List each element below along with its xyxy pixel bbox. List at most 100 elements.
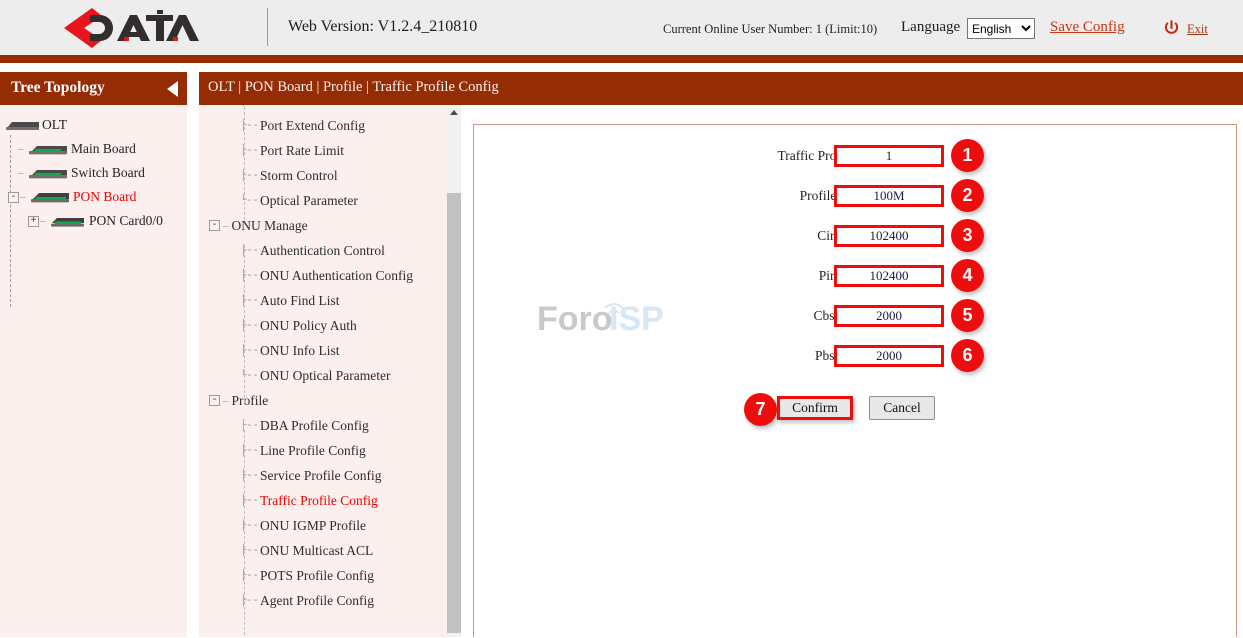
menu-branch-icon: ├-- <box>240 105 260 107</box>
save-config-link[interactable]: Save Config <box>1050 19 1125 36</box>
tree-topology-body: OLT – Main Board – Switch Board <box>0 105 187 637</box>
exit-link[interactable]: Exit <box>1187 22 1208 37</box>
navigation-menu-list: ├-- ├-- Port Extend Config ├-- Port Rate… <box>199 105 448 613</box>
menu-item-onu-info-list[interactable]: ├-- ONU Info List <box>199 338 448 363</box>
menu-item-port-rate-limit[interactable]: ├-- Port Rate Limit <box>199 138 448 163</box>
cancel-button[interactable]: Cancel <box>869 396 935 420</box>
cir-kbps-input[interactable] <box>834 225 944 247</box>
language-select[interactable]: English <box>967 18 1035 39</box>
app-header: Web Version: V1.2.4_210810 Current Onlin… <box>0 0 1243 55</box>
step-badge-6: 6 <box>951 339 984 372</box>
menu-branch-icon: ├-- <box>240 420 260 432</box>
step-badge-1: 1 <box>951 139 984 172</box>
menu-branch-icon: ├-- <box>240 245 260 257</box>
tree-node-label: Switch Board <box>71 166 145 180</box>
menu-item-onu-igmp-profile[interactable]: ├-- ONU IGMP Profile <box>199 513 448 538</box>
tree-branch-dash: – <box>18 167 25 179</box>
form-row-profile-name: Profile Name : 2 <box>474 185 984 209</box>
tree-toggle-expand[interactable]: + <box>28 216 39 227</box>
menu-branch-icon: ├-- <box>240 170 260 182</box>
menu-item-authentication-control[interactable]: ├-- Authentication Control <box>199 238 448 263</box>
menu-toggle-collapse[interactable]: - <box>209 395 220 406</box>
confirm-button[interactable]: Confirm <box>777 396 853 420</box>
traffic-profile-id-input[interactable] <box>834 145 944 167</box>
menu-item-auto-find-list[interactable]: ├-- Auto Find List <box>199 288 448 313</box>
menu-item-port-extend-config[interactable]: ├-- Port Extend Config <box>199 113 448 138</box>
menu-branch-icon: ├-- <box>240 545 260 557</box>
menu-guide-line <box>244 430 245 637</box>
menu-item-onu-policy-auth[interactable]: ├-- ONU Policy Auth <box>199 313 448 338</box>
menu-branch-icon: └-- <box>240 195 260 207</box>
form-row-cir: Cir(Kbps) : 3 <box>474 225 984 249</box>
form-button-row: 7 Confirm Cancel <box>474 393 984 427</box>
menu-item-optical-parameter[interactable]: └-- Optical Parameter <box>199 188 448 213</box>
tree-branch-dash: – <box>40 215 47 227</box>
form-row-pbs: Pbs(bytes) : 6 <box>474 345 984 369</box>
form-row-cbs: Cbs(bytes) : 5 <box>474 305 984 329</box>
menu-branch-icon: ├-- <box>240 295 260 307</box>
menu-branch-icon: ├-- <box>240 520 260 532</box>
menu-item-partial[interactable]: ├-- <box>199 105 448 113</box>
step-badge-7: 7 <box>744 393 777 426</box>
pbs-bytes-input[interactable] <box>834 345 944 367</box>
menu-item-dba-profile-config[interactable]: ├-- DBA Profile Config <box>199 413 448 438</box>
tree-node-olt[interactable]: OLT <box>0 113 187 137</box>
board-icon <box>25 167 69 180</box>
breadcrumb-bar: OLT | PON Board | Profile | Traffic Prof… <box>199 72 1243 105</box>
web-version-label: Web Version: V1.2.4_210810 <box>288 18 477 36</box>
breadcrumb: OLT | PON Board | Profile | Traffic Prof… <box>208 79 499 96</box>
tree-node-label: OLT <box>42 118 67 132</box>
header-accent-band <box>0 55 1243 63</box>
tree-toggle-collapse[interactable]: - <box>8 192 19 203</box>
form-row-pir: Pir(Kbps) : 4 <box>474 265 984 289</box>
menu-branch-icon: ├-- <box>240 570 260 582</box>
menu-item-storm-control[interactable]: ├-- Storm Control <box>199 163 448 188</box>
step-badge-3: 3 <box>951 219 984 252</box>
menu-group-profile[interactable]: - – Profile <box>199 388 448 413</box>
tree-topology-panel: Tree Topology OLT – Main Board – <box>0 72 187 637</box>
content-panel: Foro ISP Traffic Profile ID : 1 Profile … <box>473 124 1237 637</box>
menu-item-agent-profile-config[interactable]: ├-- Agent Profile Config <box>199 588 448 613</box>
menu-branch-icon: ├-- <box>240 495 260 507</box>
menu-item-traffic-profile-config[interactable]: ├-- Traffic Profile Config <box>199 488 448 513</box>
online-user-count: Current Online User Number: 1 (Limit:10) <box>663 22 877 37</box>
tree-node-switch-board[interactable]: – Switch Board <box>0 161 187 185</box>
menu-toggle-collapse[interactable]: - <box>209 220 220 231</box>
tree-node-label: PON Card0/0 <box>89 214 163 228</box>
tree-node-pon-board[interactable]: - – PON Board <box>0 185 187 209</box>
step-badge-2: 2 <box>951 179 984 212</box>
menu-branch-icon: ├-- <box>240 445 260 457</box>
collapse-left-icon[interactable] <box>167 81 178 97</box>
menu-scrollbar[interactable] <box>447 105 461 637</box>
tree-topology-title: Tree Topology <box>11 79 105 97</box>
menu-item-line-profile-config[interactable]: ├-- Line Profile Config <box>199 438 448 463</box>
header-divider <box>267 8 268 46</box>
menu-branch-icon: ├-- <box>240 320 260 332</box>
card-icon <box>47 215 87 228</box>
board-icon <box>25 143 69 156</box>
pir-kbps-input[interactable] <box>834 265 944 287</box>
scroll-up-icon[interactable] <box>447 105 461 119</box>
menu-item-onu-optical-parameter[interactable]: └-- ONU Optical Parameter <box>199 363 448 388</box>
cdata-logo-icon <box>62 6 202 50</box>
traffic-profile-form: Traffic Profile ID : 1 Profile Name : 2 … <box>474 125 1238 638</box>
menu-scrollbar-thumb[interactable] <box>447 193 461 633</box>
menu-group-onu-manage[interactable]: - – ONU Manage <box>199 213 448 238</box>
menu-item-pots-profile-config[interactable]: ├-- POTS Profile Config <box>199 563 448 588</box>
menu-branch-icon: ├-- <box>240 345 260 357</box>
menu-item-onu-multicast-acl[interactable]: ├-- ONU Multicast ACL <box>199 538 448 563</box>
menu-item-service-profile-config[interactable]: ├-- Service Profile Config <box>199 463 448 488</box>
menu-branch-icon: ├-- <box>240 120 260 132</box>
menu-guide-line <box>244 105 245 220</box>
tree-node-main-board[interactable]: – Main Board <box>0 137 187 161</box>
tree-node-label: Main Board <box>71 142 136 156</box>
profile-name-input[interactable] <box>834 185 944 207</box>
cbs-bytes-input[interactable] <box>834 305 944 327</box>
power-icon[interactable] <box>1163 19 1180 37</box>
menu-branch-icon: ├-- <box>240 470 260 482</box>
tree-node-label: PON Board <box>73 190 136 204</box>
menu-item-onu-authentication-config[interactable]: ├-- ONU Authentication Config <box>199 263 448 288</box>
menu-branch-icon: – <box>220 395 232 407</box>
tree-node-pon-card[interactable]: + – PON Card0/0 <box>0 209 187 233</box>
tree-branch-dash: – <box>20 191 27 203</box>
